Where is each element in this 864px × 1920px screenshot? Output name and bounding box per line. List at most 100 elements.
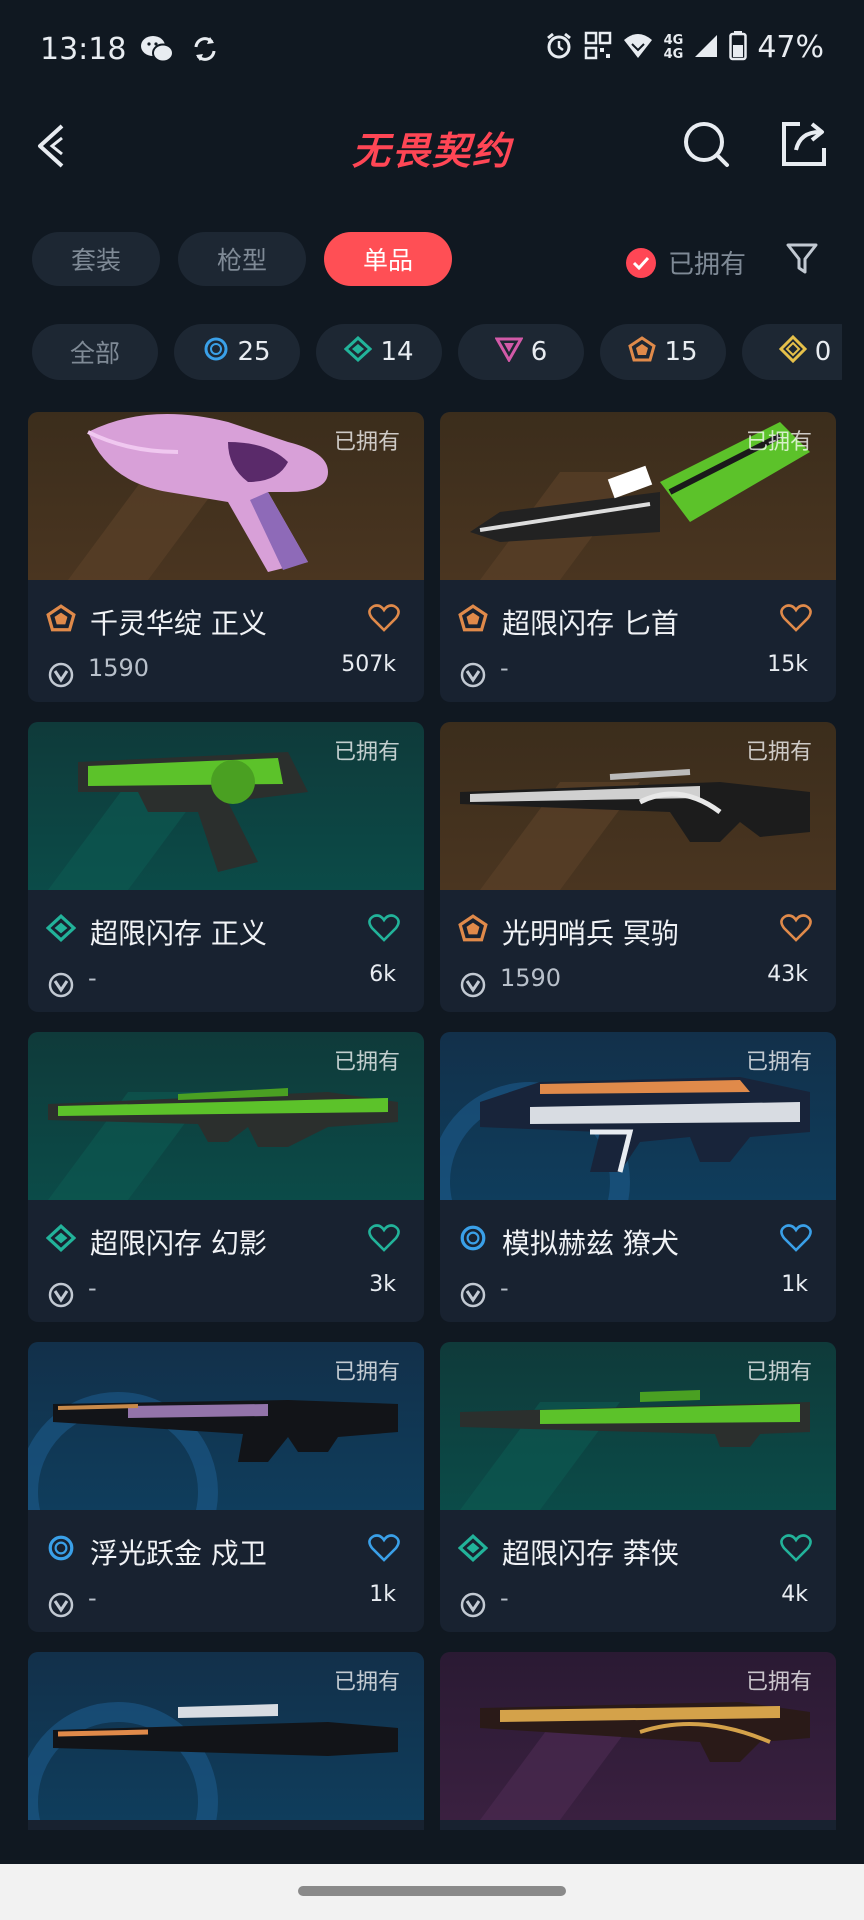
skin-thumbnail: 已拥有 xyxy=(440,1652,836,1820)
skin-name: 超限闪存 莽侠 xyxy=(502,1537,679,1570)
checkbox-checked-icon[interactable] xyxy=(626,247,656,278)
favorite-count: 3k xyxy=(369,1272,396,1297)
rarity-chips: 全部 25 14 6 15 0 xyxy=(32,324,842,380)
valorant-points-icon xyxy=(48,1592,74,1622)
skin-price: 1590 xyxy=(88,654,150,682)
home-indicator[interactable] xyxy=(298,1886,566,1896)
deluxe-tier-icon xyxy=(45,914,77,946)
owned-tag: 已拥有 xyxy=(745,1050,812,1075)
skin-price: - xyxy=(88,1584,97,1612)
skin-card[interactable]: 已拥有 xyxy=(440,1652,836,1830)
skin-price: - xyxy=(500,1584,509,1612)
chip-count: 6 xyxy=(530,337,548,367)
favorite-count: 507k xyxy=(341,652,396,677)
favorite-count: 6k xyxy=(369,962,396,987)
chip-ultra-tier[interactable]: 0 xyxy=(742,324,842,380)
owned-tag: 已拥有 xyxy=(333,1670,400,1695)
owned-tag: 已拥有 xyxy=(745,1360,812,1385)
skin-thumbnail: 已拥有 xyxy=(28,1652,424,1820)
app-header: 无畏契约 xyxy=(0,100,864,190)
signal-icon xyxy=(693,33,719,63)
owned-tag: 已拥有 xyxy=(333,740,400,765)
favorite-count: 15k xyxy=(767,652,808,677)
exclusive-tier-icon xyxy=(628,336,657,368)
skin-thumbnail: 已拥有 xyxy=(28,1032,424,1200)
skin-name: 超限闪存 幻影 xyxy=(90,1227,267,1260)
filter-icon[interactable] xyxy=(786,242,818,280)
sync-icon xyxy=(190,34,220,68)
favorite-count: 43k xyxy=(767,962,808,987)
select-tier-icon xyxy=(203,336,229,368)
search-icon[interactable] xyxy=(680,118,732,174)
share-icon[interactable] xyxy=(778,118,830,174)
valorant-points-icon xyxy=(460,972,486,1002)
favorite-count: 4k xyxy=(781,1582,808,1607)
skin-card[interactable]: 已拥有 光明哨兵 冥驹 1590 43k xyxy=(440,722,836,1012)
skin-card[interactable]: 已拥有 超限闪存 正义 - 6k xyxy=(28,722,424,1012)
chip-all-label: 全部 xyxy=(69,339,120,368)
deluxe-tier-icon xyxy=(344,335,373,368)
chip-exclusive-tier[interactable]: 15 xyxy=(600,324,726,380)
skin-thumbnail: 已拥有 xyxy=(440,1342,836,1510)
valorant-points-icon xyxy=(460,1282,486,1312)
chip-premium-tier[interactable]: 6 xyxy=(458,324,584,380)
category-tabs: 套装 枪型 单品 xyxy=(32,232,452,286)
valorant-points-icon xyxy=(48,1282,74,1312)
chip-deluxe-tier[interactable]: 14 xyxy=(316,324,442,380)
skin-thumbnail: 已拥有 xyxy=(440,412,836,580)
heart-icon[interactable] xyxy=(780,914,812,946)
skin-price: - xyxy=(500,654,509,682)
heart-icon[interactable] xyxy=(780,1534,812,1566)
skin-name: 光明哨兵 冥驹 xyxy=(502,917,679,950)
skin-card[interactable]: 已拥有 超限闪存 匕首 - 15k xyxy=(440,412,836,702)
wifi-icon xyxy=(622,32,654,64)
skin-price: 1590 xyxy=(500,964,562,992)
owned-tag: 已拥有 xyxy=(333,1050,400,1075)
valorant-points-icon xyxy=(460,1592,486,1622)
tab-single-items[interactable]: 单品 xyxy=(324,232,452,286)
owned-tag: 已拥有 xyxy=(333,430,400,455)
tab-suits[interactable]: 套装 xyxy=(32,232,160,286)
owned-tag: 已拥有 xyxy=(745,740,812,765)
favorite-count: 1k xyxy=(781,1272,808,1297)
skin-card[interactable]: 已拥有 超限闪存 幻影 - 3k xyxy=(28,1032,424,1322)
heart-icon[interactable] xyxy=(368,914,400,946)
owned-tag: 已拥有 xyxy=(333,1360,400,1385)
skin-card[interactable]: 已拥有 浮光跃金 戍卫 - 1k xyxy=(28,1342,424,1632)
skin-card[interactable]: 已拥有 超限闪存 莽侠 - 4k xyxy=(440,1342,836,1632)
valorant-points-icon xyxy=(48,662,74,692)
heart-icon[interactable] xyxy=(780,604,812,636)
heart-icon[interactable] xyxy=(368,604,400,636)
alarm-icon xyxy=(544,31,574,65)
wechat-icon xyxy=(140,34,174,68)
heart-icon[interactable] xyxy=(368,1534,400,1566)
tab-weapon-types[interactable]: 枪型 xyxy=(178,232,306,286)
premium-tier-icon xyxy=(494,336,524,368)
skin-thumbnail: 已拥有 xyxy=(28,722,424,890)
exclusive-tier-icon xyxy=(458,914,488,946)
owned-filter-toggle[interactable]: 已拥有 xyxy=(626,244,746,281)
skin-thumbnail: 已拥有 xyxy=(440,722,836,890)
deluxe-tier-icon xyxy=(457,1534,489,1566)
owned-tag: 已拥有 xyxy=(745,430,812,455)
skin-price: - xyxy=(500,1274,509,1302)
exclusive-tier-icon xyxy=(458,604,488,636)
chip-all[interactable]: 全部 xyxy=(32,324,158,380)
status-time: 13:18 xyxy=(40,32,127,67)
skin-card[interactable]: 已拥有 xyxy=(28,1652,424,1830)
skin-name: 千灵华绽 正义 xyxy=(90,607,267,640)
heart-icon[interactable] xyxy=(780,1224,812,1256)
app-logo: 无畏契约 xyxy=(351,129,512,173)
skin-card[interactable]: 已拥有 千灵华绽 正义 1590 507k xyxy=(28,412,424,702)
select-tier-icon xyxy=(458,1224,488,1256)
valorant-points-icon xyxy=(48,972,74,1002)
skin-name: 超限闪存 匕首 xyxy=(502,607,679,640)
ultra-tier-icon xyxy=(778,334,807,369)
skin-name: 模拟赫兹 獠犬 xyxy=(502,1227,679,1260)
system-nav-bar xyxy=(0,1864,864,1920)
skin-card[interactable]: 已拥有 模拟赫兹 獠犬 - 1k xyxy=(440,1032,836,1322)
chip-select-tier[interactable]: 25 xyxy=(174,324,300,380)
battery-percent: 47% xyxy=(757,30,824,65)
valorant-points-icon xyxy=(460,662,486,692)
heart-icon[interactable] xyxy=(368,1224,400,1256)
